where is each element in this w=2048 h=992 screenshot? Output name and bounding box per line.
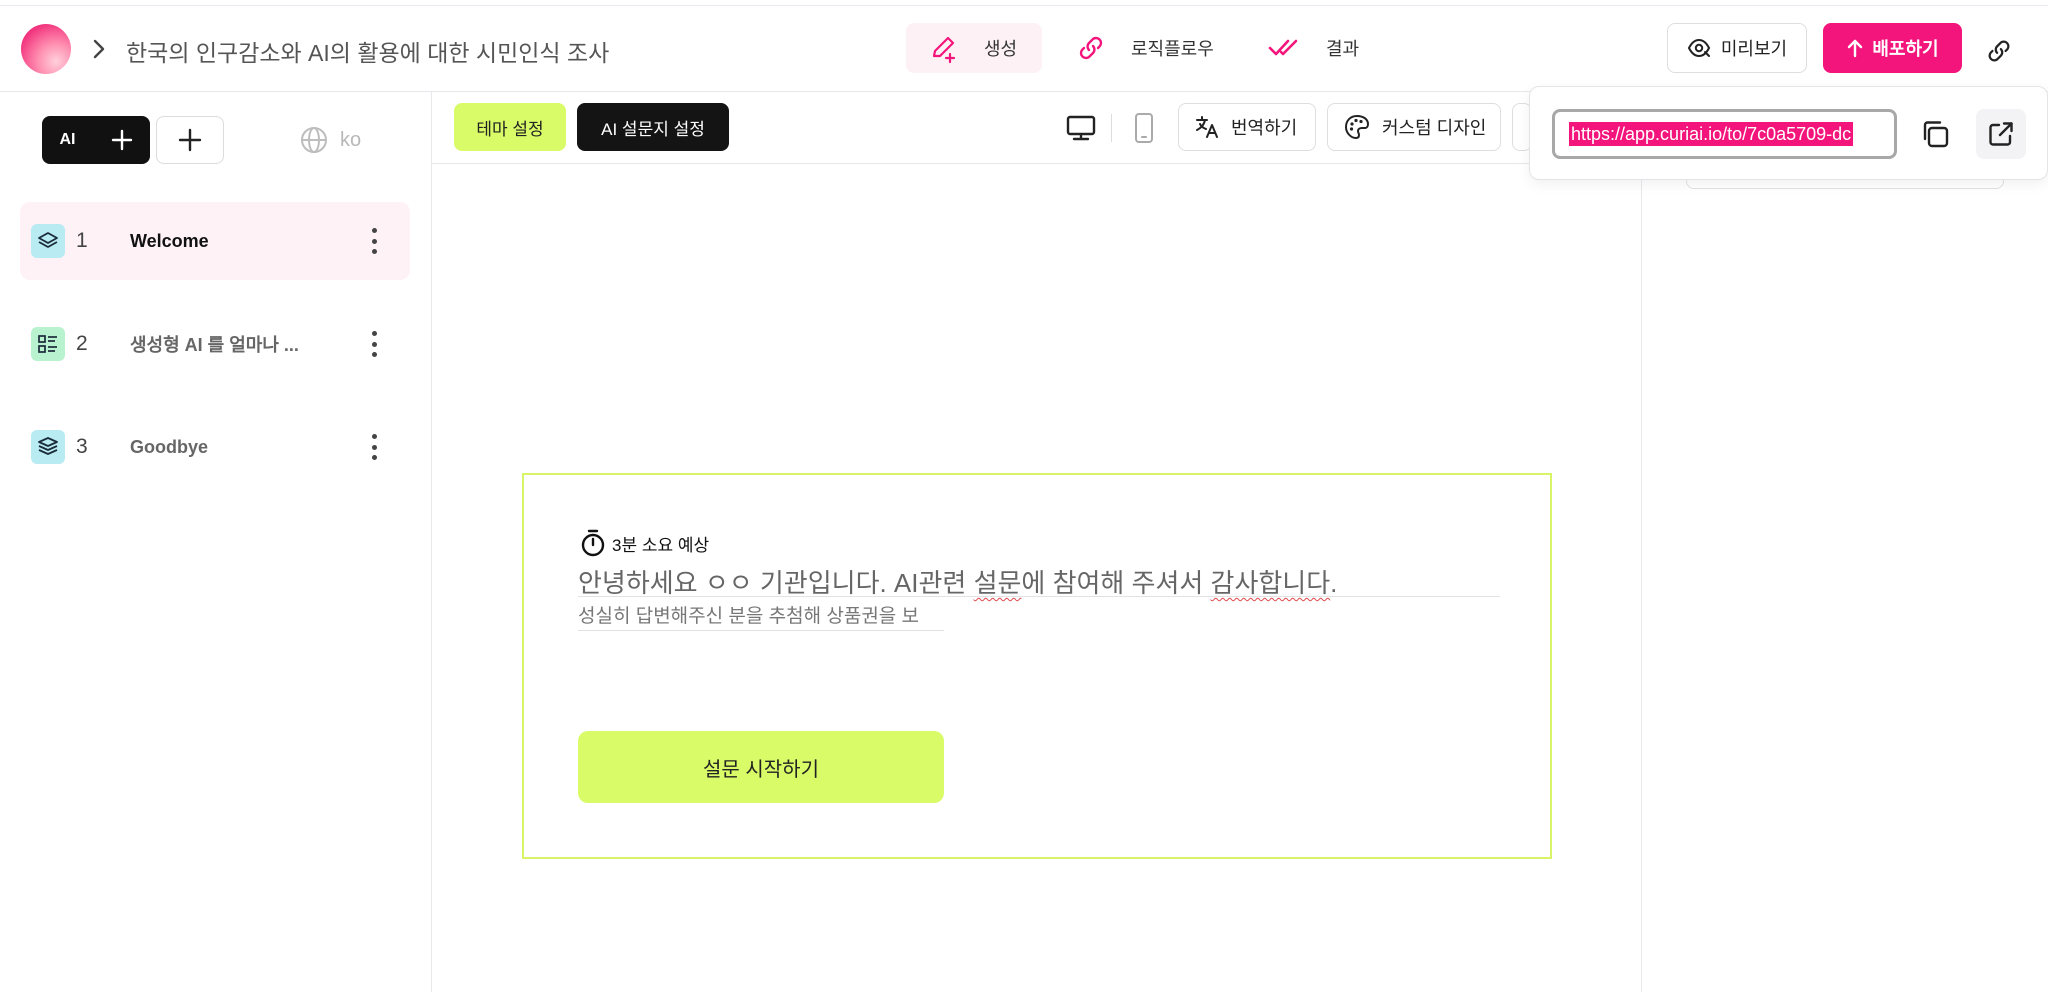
headline-text-spellcheck: 설문 xyxy=(973,568,1022,598)
headline-text: 에 참여해 주셔서 xyxy=(1021,568,1211,598)
page-item-goodbye[interactable]: 3 Goodbye xyxy=(20,408,410,486)
page-name: 생성형 AI 를 얼마나 ... xyxy=(130,335,299,355)
canvas-divider xyxy=(1641,164,1642,992)
welcome-headline[interactable]: 안녕하세요 ㅇㅇ 기관입니다. AI관련 설문에 참여해 주셔서 감사합니다. xyxy=(578,563,1500,598)
list-icon xyxy=(31,327,65,361)
nav-logic-flow[interactable]: 로직플로우 xyxy=(1075,23,1235,73)
palette-icon xyxy=(1344,114,1370,140)
share-url-text: https://app.curiai.io/to/7c0a5709-dc xyxy=(1569,122,1854,146)
plus-icon xyxy=(178,128,202,152)
add-page-button[interactable] xyxy=(156,116,224,164)
double-check-icon xyxy=(1268,39,1298,56)
page-name: Welcome xyxy=(130,230,209,251)
time-estimate: 3분 소요 예상 xyxy=(580,529,709,557)
arrow-up-icon xyxy=(1848,39,1863,58)
nav-logic-flow-label: 로직플로우 xyxy=(1131,39,1214,59)
custom-design-button[interactable]: 커스텀 디자인 xyxy=(1327,103,1501,151)
preview-button[interactable]: 미리보기 xyxy=(1667,23,1807,73)
nav-results[interactable]: 결과 xyxy=(1268,23,1378,73)
headline-text: 안녕하세요 ㅇㅇ 기관입니다. AI관련 xyxy=(578,568,974,598)
chevron-right-icon xyxy=(93,39,105,59)
copy-link-button[interactable] xyxy=(1918,117,1952,151)
copy-icon xyxy=(1923,121,1949,148)
app-header: 한국의 인구감소와 AI의 활용에 대한 시민인식 조사 생성 로직플로우 결과… xyxy=(0,6,2048,92)
time-estimate-text: 3분 소요 예상 xyxy=(612,535,710,555)
ai-add-page-button[interactable]: AI xyxy=(42,116,150,164)
theme-settings-button[interactable]: 테마 설정 xyxy=(454,103,566,151)
translate-label: 번역하기 xyxy=(1231,118,1298,138)
app-logo[interactable] xyxy=(21,24,71,74)
welcome-description[interactable]: 성실히 답변해주신 분을 추첨해 상품권을 보 xyxy=(578,601,944,631)
language-selector[interactable]: ko xyxy=(300,126,361,154)
share-url-input[interactable]: https://app.curiai.io/to/7c0a5709-dc xyxy=(1552,109,1897,159)
page-item-welcome[interactable]: 1 Welcome xyxy=(20,202,410,280)
external-link-icon xyxy=(1989,122,2013,146)
more-options-icon[interactable] xyxy=(364,331,384,357)
start-survey-button[interactable]: 설문 시작하기 xyxy=(578,731,944,803)
translate-button[interactable]: 번역하기 xyxy=(1178,103,1316,151)
layers-icon xyxy=(31,430,65,464)
pen-plus-icon xyxy=(932,36,956,64)
deploy-button[interactable]: 배포하기 xyxy=(1823,23,1962,73)
desktop-icon[interactable] xyxy=(1066,114,1096,142)
welcome-page-card[interactable]: 3분 소요 예상 안녕하세요 ㅇㅇ 기관입니다. AI관련 설문에 참여해 주셔… xyxy=(522,473,1552,859)
headline-text-spellcheck: 감사합니다 xyxy=(1210,568,1331,598)
nav-create[interactable]: 생성 xyxy=(906,23,1042,73)
plus-icon xyxy=(111,129,132,151)
share-link-icon[interactable] xyxy=(1984,36,2014,66)
page-number: 3 xyxy=(76,435,88,458)
stopwatch-icon xyxy=(581,529,605,557)
page-name: Goodbye xyxy=(130,436,209,457)
nav-create-label: 생성 xyxy=(984,39,1018,59)
more-options-icon[interactable] xyxy=(364,228,384,254)
mobile-icon[interactable] xyxy=(1132,112,1156,144)
layers-icon xyxy=(31,224,65,258)
nav-results-label: 결과 xyxy=(1326,39,1360,59)
language-code: ko xyxy=(340,128,362,151)
page-item-question[interactable]: 2 생성형 AI 를 얼마나 ... xyxy=(20,305,410,383)
page-number: 2 xyxy=(76,332,88,355)
deploy-label: 배포하기 xyxy=(1872,39,1939,59)
translate-icon xyxy=(1196,116,1218,138)
eye-icon xyxy=(1687,38,1710,58)
device-separator xyxy=(1111,114,1112,142)
share-link-popover: https://app.curiai.io/to/7c0a5709-dc xyxy=(1529,86,2048,180)
preview-label: 미리보기 xyxy=(1720,39,1788,59)
more-options-icon[interactable] xyxy=(364,434,384,460)
globe-icon xyxy=(301,127,327,153)
ai-label: AI xyxy=(59,131,76,148)
custom-design-label: 커스텀 디자인 xyxy=(1382,118,1487,138)
ai-survey-settings-button[interactable]: AI 설문지 설정 xyxy=(577,103,729,151)
open-link-button[interactable] xyxy=(1976,109,2026,159)
survey-title[interactable]: 한국의 인구감소와 AI의 활용에 대한 시민인식 조사 xyxy=(126,34,609,68)
page-number: 1 xyxy=(76,229,88,252)
headline-text: . xyxy=(1330,568,1338,598)
link-icon xyxy=(1079,36,1103,60)
page-sidebar: AI ko 1 Welcome 2 생성형 AI 를 얼마나 ... 3 Goo… xyxy=(0,92,432,992)
